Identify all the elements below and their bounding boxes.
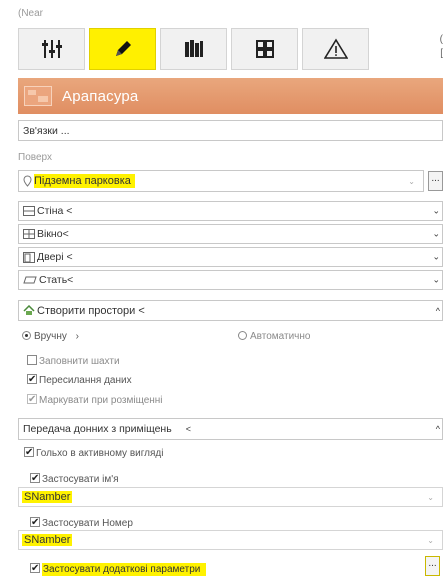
radio-manual[interactable]: Вручну › bbox=[22, 331, 79, 342]
checkbox-label: Маркувати при розміщенні bbox=[39, 395, 163, 406]
radio-auto[interactable]: Автоматично bbox=[238, 331, 310, 342]
section-wall[interactable]: Стіна < ⌄ bbox=[18, 201, 443, 221]
radio-label: Автоматично bbox=[250, 331, 311, 342]
chevron-right-icon: › bbox=[75, 331, 79, 342]
pin-icon bbox=[23, 175, 32, 187]
chevron-down-icon: ⌄ bbox=[427, 535, 434, 545]
radio-button[interactable] bbox=[22, 331, 31, 340]
chevron-up-icon[interactable]: ^ bbox=[436, 424, 440, 434]
chevron-down-icon: ⌄ bbox=[408, 176, 415, 186]
radio-button[interactable] bbox=[238, 331, 247, 340]
section-label: Вікно< bbox=[37, 228, 69, 240]
house-icon bbox=[23, 305, 35, 315]
near-label: (Near bbox=[18, 8, 44, 19]
toolbar bbox=[18, 28, 443, 70]
chevron-down-icon[interactable]: ⌄ bbox=[432, 206, 440, 217]
sliders-button[interactable] bbox=[18, 28, 85, 70]
checkbox-mark-on-place[interactable]: Маркувати при розміщенні bbox=[27, 394, 163, 406]
checkbox-active-view-only[interactable]: Гольхо в активному вигляді bbox=[24, 447, 163, 459]
checkbox[interactable] bbox=[27, 355, 37, 365]
warning-icon bbox=[323, 38, 348, 59]
grid-icon bbox=[255, 40, 274, 58]
section-floor[interactable]: Стать< ⌄ bbox=[18, 270, 443, 290]
name-param-value: SNamber bbox=[22, 491, 73, 503]
section-label: Створити простори < bbox=[37, 304, 145, 317]
extra-params-button[interactable]: ... bbox=[425, 556, 440, 576]
section-label: Стать< bbox=[39, 274, 74, 286]
floor-combo[interactable]: Підземна парковка ⌄ bbox=[18, 170, 424, 192]
checkbox[interactable] bbox=[30, 473, 40, 483]
number-param-value: SNamber bbox=[22, 534, 73, 546]
name-param-field[interactable]: SNamber ⌄ bbox=[18, 487, 443, 507]
checkbox-apply-name[interactable]: Застосувати ім'я bbox=[30, 473, 119, 485]
checkbox-label: Застосувати Номер bbox=[42, 518, 133, 529]
section-window[interactable]: Вікно< ⌄ bbox=[18, 224, 443, 244]
checkbox-apply-extra[interactable]: Застосувати додаткові параметри bbox=[30, 563, 207, 576]
section-label: Стіна < bbox=[37, 205, 73, 217]
pencil-button[interactable] bbox=[89, 28, 156, 70]
checkbox[interactable] bbox=[30, 517, 40, 527]
wall-icon bbox=[23, 206, 35, 216]
pencil-icon bbox=[115, 41, 131, 56]
floor-more-button[interactable]: ... bbox=[428, 171, 443, 191]
checkbox-label: Застосувати ім'я bbox=[42, 474, 119, 485]
section-door[interactable]: Двері < ⌄ bbox=[18, 247, 443, 267]
library-icon bbox=[184, 40, 203, 57]
checkbox[interactable] bbox=[30, 563, 40, 573]
section-label: Передача донних з приміщень bbox=[23, 423, 172, 435]
links-field[interactable]: Зв'язки ... bbox=[18, 120, 443, 141]
sliders-icon bbox=[41, 40, 62, 58]
radio-label: Вручну bbox=[34, 331, 67, 342]
floor-value: Підземна парковка bbox=[34, 174, 135, 188]
floor-icon bbox=[23, 276, 37, 284]
arrow-left-icon: < bbox=[185, 424, 191, 434]
chevron-up-icon[interactable]: ^ bbox=[436, 306, 440, 316]
links-label: Зв'язки ... bbox=[23, 124, 70, 137]
section-transfer[interactable]: Передача донних з приміщень < ^ bbox=[18, 418, 443, 440]
chevron-down-icon[interactable]: ⌄ bbox=[432, 275, 440, 286]
section-create-spaces[interactable]: Створити простори < ^ bbox=[18, 300, 443, 321]
number-param-field[interactable]: SNamber ⌄ bbox=[18, 530, 443, 550]
grid-button[interactable] bbox=[231, 28, 298, 70]
checkbox-label: Заповнити шахти bbox=[39, 356, 120, 367]
library-button[interactable] bbox=[160, 28, 227, 70]
window-icon bbox=[23, 229, 35, 239]
checkbox[interactable] bbox=[27, 374, 37, 384]
checkbox-label: Гольхо в активному вигляді bbox=[36, 448, 164, 459]
checkbox-fill-shafts[interactable]: Заповнити шахти bbox=[27, 355, 120, 367]
category-header: Арапасура bbox=[18, 78, 443, 114]
category-image-icon bbox=[24, 86, 52, 106]
header-title: Арапасура bbox=[62, 87, 139, 105]
checkbox[interactable] bbox=[24, 447, 34, 457]
checkbox[interactable] bbox=[27, 394, 37, 404]
chevron-down-icon: ⌄ bbox=[427, 492, 434, 502]
chevron-down-icon[interactable]: ⌄ bbox=[432, 252, 440, 263]
chevron-down-icon[interactable]: ⌄ bbox=[432, 229, 440, 240]
checkbox-apply-number[interactable]: Застосувати Номер bbox=[30, 517, 133, 529]
checkbox-transfer-data[interactable]: Пересилання даних bbox=[27, 374, 132, 386]
warning-button[interactable] bbox=[302, 28, 369, 70]
section-label: Двері < bbox=[37, 251, 73, 263]
checkbox-label: Пересилання даних bbox=[39, 375, 132, 386]
door-icon bbox=[23, 251, 35, 263]
checkbox-label: Застосувати додаткові параметри bbox=[42, 563, 207, 576]
floor-label: Поверх bbox=[18, 152, 52, 163]
